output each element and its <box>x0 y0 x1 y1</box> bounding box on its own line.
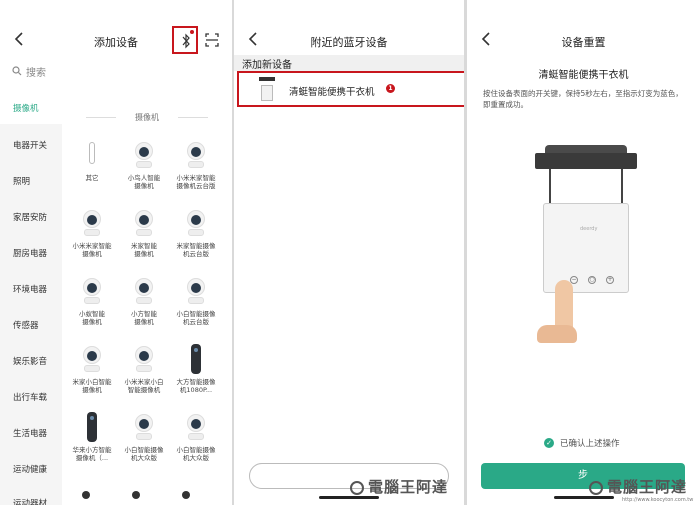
top-bar: 附近的蓝牙设备 <box>234 26 464 56</box>
add-device-panel: 添加设备 搜索 摄像机 电器开关 照明 家居安防 厨房电器 环境电器 传感器 娱… <box>0 0 232 505</box>
watermark-logo <box>350 481 364 495</box>
device-name: 米家小白智能 摄像机 <box>72 378 112 394</box>
camera-icon <box>130 344 158 374</box>
search-field[interactable]: 搜索 <box>8 62 224 80</box>
dryer-icon <box>259 77 275 101</box>
device-name: 清蜓智能便携干衣机 <box>289 87 375 98</box>
nearby-bluetooth-panel: 附近的蓝牙设备 添加新设备 清蜓智能便携干衣机 1 電腦王阿達 <box>234 0 464 505</box>
top-bar: 添加设备 <box>0 26 232 56</box>
device-name: 米家智能 摄像机 <box>131 242 157 258</box>
top-bar: 设备重置 <box>467 26 700 56</box>
device-item[interactable]: 小米米家智能 摄像机 <box>66 208 118 258</box>
watermark: 電腦王阿達 <box>368 478 449 496</box>
camera-icon <box>182 208 210 238</box>
camera-icon <box>78 276 106 306</box>
scan-icon[interactable] <box>205 33 219 47</box>
camera-icon <box>78 208 106 238</box>
sidebar-item-lighting[interactable]: 照明 <box>13 175 30 187</box>
camera-icon <box>130 276 158 306</box>
dryer-brand: deerdy <box>580 226 598 232</box>
device-item[interactable]: 小蚁智能 摄像机 <box>66 276 118 326</box>
device-item[interactable]: 米家智能摄像 机云台版 <box>170 208 222 258</box>
hand-illustration <box>537 325 577 343</box>
sidebar-item-environment[interactable]: 环境电器 <box>13 283 47 295</box>
step-badge: 1 <box>386 84 395 93</box>
device-name: 小米米家小白 智能摄像机 <box>124 378 164 394</box>
device-name: 清蜓智能便携干衣机 <box>538 70 629 81</box>
bluetooth-button[interactable] <box>172 26 198 54</box>
dryer-illustration: deerdy − ○ + <box>535 145 637 345</box>
device-name: 小白智能摄像 机云台版 <box>176 310 216 326</box>
sidebar-item-switch[interactable]: 电器开关 <box>13 139 47 151</box>
device-item[interactable]: 大方智能摄像 机1080P... <box>170 344 222 394</box>
device-item[interactable]: 米家小白智能 摄像机 <box>66 344 118 394</box>
device-name: 小白智能摄像 机大众版 <box>124 446 164 462</box>
device-name: 大方智能摄像 机1080P... <box>176 378 216 394</box>
camera-icon <box>130 208 158 238</box>
sidebar-item-health[interactable]: 运动健康 <box>13 463 47 475</box>
device-name: 米家智能摄像 机云台版 <box>176 242 216 258</box>
device-name: 其它 <box>85 174 99 182</box>
page-title: 附近的蓝牙设备 <box>310 36 388 49</box>
camera-icon <box>182 140 210 170</box>
plus-icon: + <box>606 276 614 284</box>
device-name: 小方智能 摄像机 <box>131 310 157 326</box>
device-reset-panel: 设备重置 清蜓智能便携干衣机 按住设备表面的开关键，保持5秒左右，至指示灯变为蓝… <box>467 0 700 505</box>
section-header: 摄像机 <box>62 112 232 123</box>
camera-icon <box>130 412 158 442</box>
device-item[interactable]: 小白智能摄像 机大众版 <box>170 412 222 462</box>
device-name: 小鸟人智能 摄像机 <box>127 174 161 190</box>
device-item[interactable]: 小鸟人智能 摄像机 <box>118 140 170 190</box>
subhead: 添加新设备 <box>242 60 292 71</box>
sidebar-item-sports[interactable]: 运动器材 <box>13 497 47 505</box>
device-item[interactable]: 华来小方智能 摄像机（... <box>66 412 118 462</box>
camera-icon <box>78 412 106 442</box>
sidebar-item-camera[interactable]: 摄像机 <box>13 102 39 114</box>
device-item[interactable]: 小米米家小白 智能摄像机 <box>118 344 170 394</box>
device-item[interactable]: 小白智能摄像 机云台版 <box>170 276 222 326</box>
sidebar-item-kitchen[interactable]: 厨房电器 <box>13 247 47 259</box>
sidebar-item-sensor[interactable]: 传感器 <box>13 319 39 331</box>
power-icon: ○ <box>588 276 596 284</box>
watermark-url: http://www.koocyton.com.tw <box>622 497 694 503</box>
sidebar-item-vehicle[interactable]: 出行车载 <box>13 391 47 403</box>
camera-icon <box>182 412 210 442</box>
camera-icon <box>78 344 106 374</box>
search-placeholder: 搜索 <box>26 68 46 79</box>
bluetooth-icon <box>182 33 190 49</box>
page-indicator <box>82 491 232 502</box>
camera-icon <box>130 140 158 170</box>
device-name: 小米米家智能 摄像机云台版 <box>176 174 216 190</box>
device-name: 小蚁智能 摄像机 <box>79 310 105 326</box>
device-item[interactable]: 米家智能 摄像机 <box>118 208 170 258</box>
page-title: 设备重置 <box>561 36 606 49</box>
watermark-logo <box>589 481 603 495</box>
sidebar-item-security[interactable]: 家居安防 <box>13 211 47 223</box>
device-item[interactable]: 小方智能 摄像机 <box>118 276 170 326</box>
found-device-row[interactable]: 清蜓智能便携干衣机 1 <box>237 71 464 107</box>
notification-dot <box>190 30 194 34</box>
sidebar-item-appliance[interactable]: 生活电器 <box>13 427 47 439</box>
category-sidebar: 摄像机 电器开关 照明 家居安防 厨房电器 环境电器 传感器 娱乐影音 出行车载… <box>0 92 62 505</box>
camera-icon <box>182 344 210 374</box>
device-item[interactable]: 小白智能摄像 机大众版 <box>118 412 170 462</box>
confirm-label[interactable]: 已确认上述操作 <box>560 437 620 449</box>
checkmark-icon[interactable]: ✓ <box>544 438 554 448</box>
device-name: 小米米家智能 摄像机 <box>72 242 112 258</box>
camera-icon <box>78 140 106 170</box>
watermark: 電腦王阿達 <box>607 478 688 496</box>
sidebar-item-entertainment[interactable]: 娱乐影音 <box>13 355 47 367</box>
device-item[interactable]: 小米米家智能 摄像机云台版 <box>170 140 222 190</box>
device-name: 小白智能摄像 机大众版 <box>176 446 216 462</box>
search-icon <box>12 66 22 76</box>
reset-instructions: 按住设备表面的开关键，保持5秒左右，至指示灯变为蓝色，即重置成功。 <box>483 89 683 109</box>
device-item[interactable]: 其它 <box>66 140 118 182</box>
camera-icon <box>182 276 210 306</box>
home-indicator <box>554 496 614 499</box>
device-name: 华来小方智能 摄像机（... <box>72 446 112 462</box>
